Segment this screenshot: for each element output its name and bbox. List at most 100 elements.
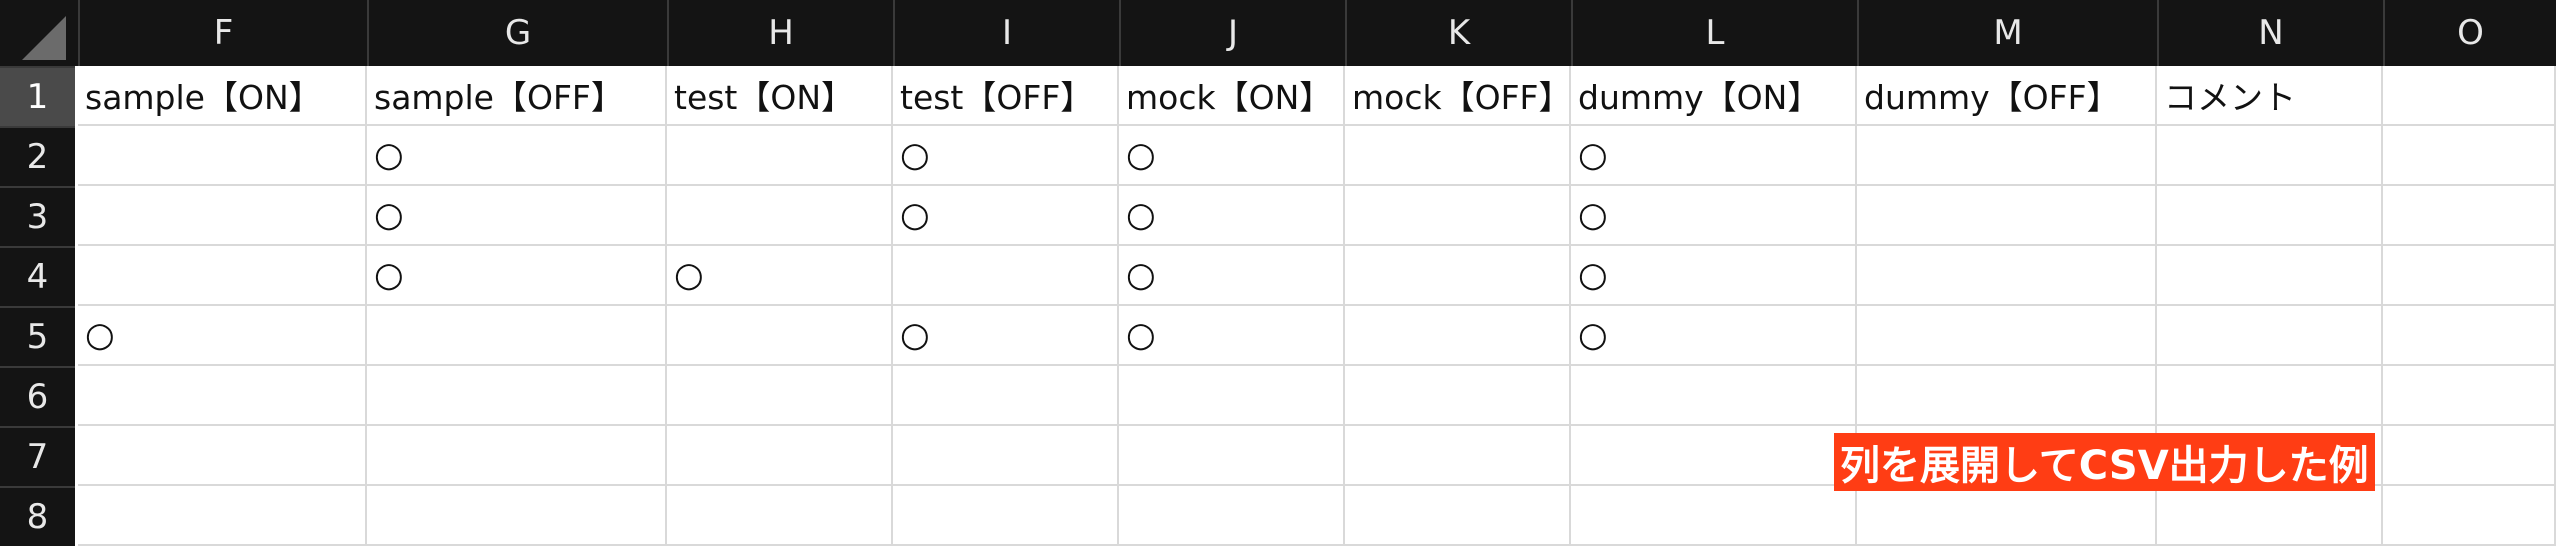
cell-k4[interactable] [1345,246,1571,306]
cell-g1[interactable]: sample【OFF】 [367,66,667,126]
caption-overlay: 列を展開してCSV出力した例 [1834,433,2375,491]
cell-l6[interactable] [1571,366,1857,426]
column-header-j[interactable]: J [1119,0,1345,66]
cell-o2[interactable] [2383,126,2556,186]
cell-j6[interactable] [1119,366,1345,426]
cell-k8[interactable] [1345,486,1571,546]
cell-g8[interactable] [367,486,667,546]
cell-f6[interactable] [78,366,367,426]
cell-m3[interactable] [1857,186,2157,246]
cell-n1[interactable]: コメント [2157,66,2383,126]
cell-h4[interactable]: ○ [667,246,893,306]
cell-j8[interactable] [1119,486,1345,546]
cell-i5[interactable]: ○ [893,306,1119,366]
row-header-6[interactable]: 6 [0,366,75,426]
column-header-o[interactable]: O [2383,0,2556,66]
cell-i7[interactable] [893,426,1119,486]
cell-h8[interactable] [667,486,893,546]
cell-m8[interactable] [1857,486,2157,546]
cell-n8[interactable] [2157,486,2383,546]
cell-h1[interactable]: test【ON】 [667,66,893,126]
cell-l2[interactable]: ○ [1571,126,1857,186]
row-header-8[interactable]: 8 [0,486,75,546]
cell-j1[interactable]: mock【ON】 [1119,66,1345,126]
cell-j5[interactable]: ○ [1119,306,1345,366]
row-header-1[interactable]: 1 [0,66,75,126]
column-header-i[interactable]: I [893,0,1119,66]
cell-g6[interactable] [367,366,667,426]
row-header-3[interactable]: 3 [0,186,75,246]
cell-i8[interactable] [893,486,1119,546]
cell-g5[interactable] [367,306,667,366]
cell-g2[interactable]: ○ [367,126,667,186]
cell-f2[interactable] [78,126,367,186]
cell-f1[interactable]: sample【ON】 [78,66,367,126]
cell-g3[interactable]: ○ [367,186,667,246]
cell-f8[interactable] [78,486,367,546]
column-header-l[interactable]: L [1571,0,1857,66]
cell-l4[interactable]: ○ [1571,246,1857,306]
cell-k5[interactable] [1345,306,1571,366]
spreadsheet: F G H I J K L M N O 1 2 3 4 5 6 7 8 samp… [0,0,2556,546]
cell-h6[interactable] [667,366,893,426]
row-header-4[interactable]: 4 [0,246,75,306]
cell-h2[interactable] [667,126,893,186]
cell-j2[interactable]: ○ [1119,126,1345,186]
cell-l5[interactable]: ○ [1571,306,1857,366]
select-all-triangle-icon [22,16,66,60]
cell-l3[interactable]: ○ [1571,186,1857,246]
cell-l7[interactable] [1571,426,1857,486]
cell-n4[interactable] [2157,246,2383,306]
cell-o6[interactable] [2383,366,2556,426]
cell-i2[interactable]: ○ [893,126,1119,186]
cell-o1[interactable] [2383,66,2556,126]
cell-n5[interactable] [2157,306,2383,366]
cell-m2[interactable] [1857,126,2157,186]
cell-i1[interactable]: test【OFF】 [893,66,1119,126]
cell-k6[interactable] [1345,366,1571,426]
cell-k7[interactable] [1345,426,1571,486]
row-header-5[interactable]: 5 [0,306,75,366]
cell-o4[interactable] [2383,246,2556,306]
cell-o5[interactable] [2383,306,2556,366]
cell-n2[interactable] [2157,126,2383,186]
cell-j4[interactable]: ○ [1119,246,1345,306]
cell-k1[interactable]: mock【OFF】 [1345,66,1571,126]
column-header-g[interactable]: G [367,0,667,66]
cell-f3[interactable] [78,186,367,246]
cell-i6[interactable] [893,366,1119,426]
column-header-k[interactable]: K [1345,0,1571,66]
cell-f4[interactable] [78,246,367,306]
cell-g4[interactable]: ○ [367,246,667,306]
select-all-button[interactable] [0,0,75,66]
cell-h3[interactable] [667,186,893,246]
column-header-m[interactable]: M [1857,0,2157,66]
cell-n6[interactable] [2157,366,2383,426]
cell-o8[interactable] [2383,486,2556,546]
cell-j7[interactable] [1119,426,1345,486]
cell-o7[interactable] [2383,426,2556,486]
cell-j3[interactable]: ○ [1119,186,1345,246]
cell-m4[interactable] [1857,246,2157,306]
cell-n3[interactable] [2157,186,2383,246]
column-header-n[interactable]: N [2157,0,2383,66]
cell-h5[interactable] [667,306,893,366]
column-header-f[interactable]: F [78,0,367,66]
cell-l8[interactable] [1571,486,1857,546]
cell-h7[interactable] [667,426,893,486]
cell-g7[interactable] [367,426,667,486]
cell-o3[interactable] [2383,186,2556,246]
cell-k3[interactable] [1345,186,1571,246]
cell-m6[interactable] [1857,366,2157,426]
cell-i3[interactable]: ○ [893,186,1119,246]
cell-f7[interactable] [78,426,367,486]
cell-k2[interactable] [1345,126,1571,186]
cell-m5[interactable] [1857,306,2157,366]
cell-f5[interactable]: ○ [78,306,367,366]
cell-i4[interactable] [893,246,1119,306]
row-header-2[interactable]: 2 [0,126,75,186]
cell-l1[interactable]: dummy【ON】 [1571,66,1857,126]
row-header-7[interactable]: 7 [0,426,75,486]
cell-m1[interactable]: dummy【OFF】 [1857,66,2157,126]
column-header-h[interactable]: H [667,0,893,66]
